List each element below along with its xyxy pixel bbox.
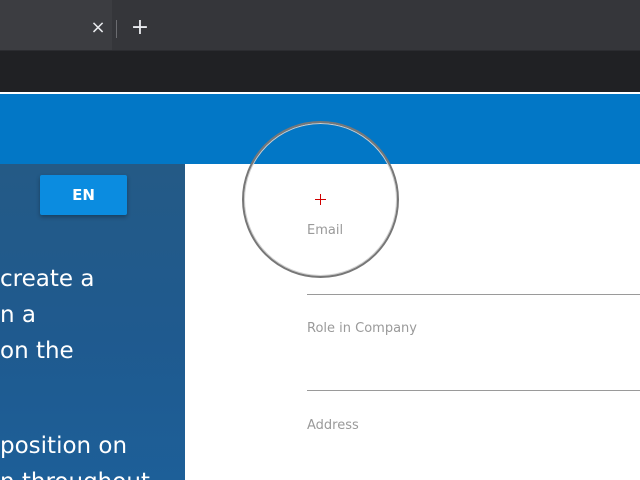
form-panel: Email Role in Company Address xyxy=(185,164,640,480)
close-icon[interactable]: × xyxy=(88,18,108,38)
address-label: Address xyxy=(307,418,359,433)
tab-divider xyxy=(116,20,117,38)
browser-tab[interactable]: × xyxy=(0,0,112,50)
email-label: Email xyxy=(307,223,344,238)
browser-toolbar xyxy=(0,50,640,92)
sidebar-text-line: position on xyxy=(0,433,128,459)
sidebar-text-line: n a xyxy=(0,302,36,328)
sidebar-text-line: n throughout xyxy=(0,464,150,480)
sidebar-text-line: create a xyxy=(0,266,95,292)
page-header xyxy=(0,94,640,164)
address-field[interactable] xyxy=(307,441,640,475)
sidebar: EN create a n a on the position on n thr… xyxy=(0,164,185,480)
language-button[interactable]: EN xyxy=(40,175,127,215)
role-field[interactable] xyxy=(307,344,640,378)
email-underline xyxy=(307,294,640,295)
sidebar-text-line: on the xyxy=(0,338,74,364)
browser-tab-strip: × + xyxy=(0,0,640,50)
plus-icon[interactable]: + xyxy=(128,16,152,40)
role-underline xyxy=(307,390,640,391)
role-label: Role in Company xyxy=(307,321,417,336)
email-field[interactable] xyxy=(307,246,640,280)
